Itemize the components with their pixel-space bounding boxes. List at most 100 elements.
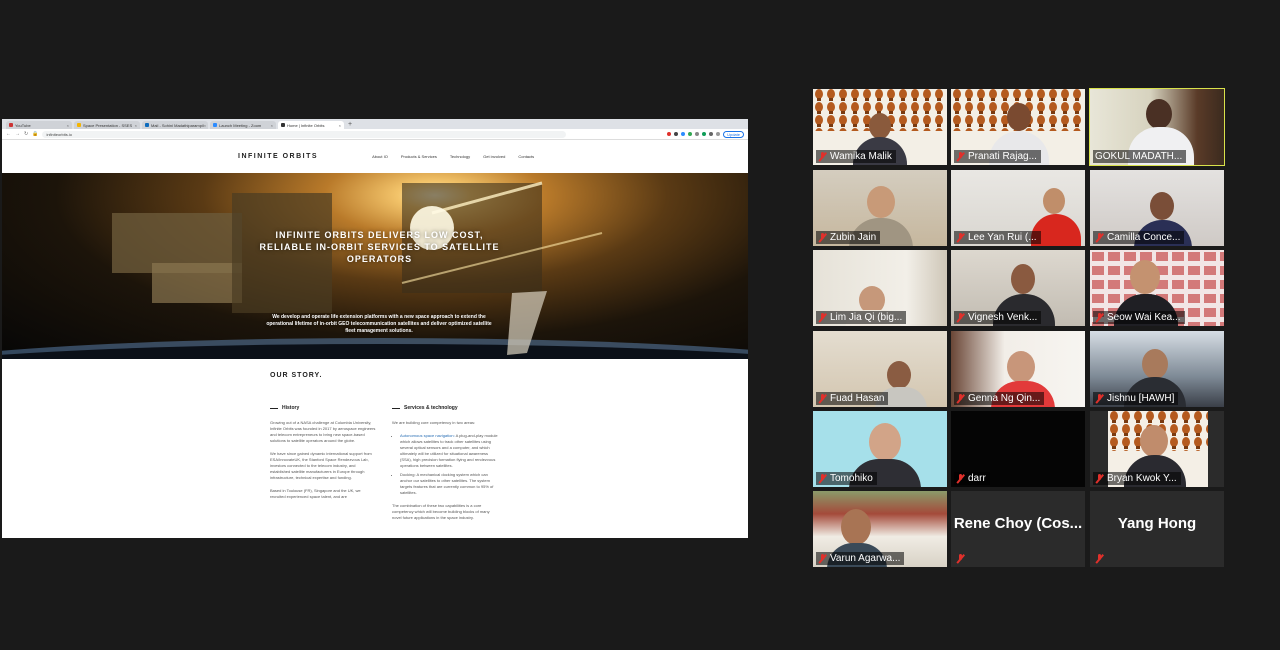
muted-mic-icon <box>956 554 965 564</box>
history-paragraph: Growing out of a NASA challenge at Colum… <box>270 420 376 443</box>
participant-name-label: Lee Yan Rui (... <box>954 231 1041 244</box>
forward-icon[interactable]: → <box>15 131 20 137</box>
muted-mic-icon <box>818 151 827 162</box>
history-paragraph: We have since gained dynamic internation… <box>270 451 372 480</box>
participant-name-label: Lim Jia Qi (big... <box>816 311 907 324</box>
extension-icon[interactable] <box>702 132 707 136</box>
participant-tile[interactable]: Fuad Hasan <box>813 331 947 407</box>
muted-mic-icon <box>956 473 965 484</box>
participant-name-label: Pranati Rajag... <box>954 150 1041 163</box>
participant-name-label: darr <box>954 472 990 485</box>
services-intro: We are building core competency in two a… <box>392 420 476 425</box>
muted-mic-icon <box>956 393 965 404</box>
participant-tile[interactable]: darr <box>951 411 1085 487</box>
navigation-link[interactable]: Autonomous space navigation: <box>400 433 455 438</box>
participant-tile[interactable]: Lee Yan Rui (... <box>951 170 1085 246</box>
browser-tab-active[interactable]: Home | Infinite Orbits × <box>278 121 344 129</box>
participant-name-label: Jishnu [HAWH] <box>1093 392 1179 405</box>
muted-mic-icon <box>818 393 827 404</box>
participant-tile[interactable]: Wamika Malik <box>813 89 947 165</box>
participant-name-label: Vignesh Venk... <box>954 311 1042 324</box>
muted-mic-icon <box>956 232 965 243</box>
menu-item-about[interactable]: About IO <box>372 154 388 159</box>
site-menu: About IO Products & Services Technology … <box>372 154 534 159</box>
participant-tile[interactable]: Rene Choy (Cos... <box>951 491 1085 567</box>
zoom-icon <box>213 123 217 127</box>
participant-name-label: Zubin Jain <box>816 231 881 244</box>
participant-tile[interactable]: Seow Wai Kea... <box>1090 250 1224 326</box>
participant-name-label: GOKUL MADATH... <box>1093 150 1187 163</box>
extension-icon[interactable] <box>688 132 693 136</box>
reload-icon[interactable]: ↻ <box>24 131 28 137</box>
shared-screen: YouTube × Space Presentation - SSES × Mail… <box>2 119 748 538</box>
participant-tile[interactable]: Jishnu [HAWH] <box>1090 331 1224 407</box>
lock-icon: 🔒 <box>32 131 39 137</box>
extension-icon[interactable] <box>695 132 700 136</box>
close-tab-icon[interactable]: × <box>135 123 137 128</box>
services-heading: Services & technology <box>392 405 498 411</box>
muted-mic-icon <box>1095 312 1104 323</box>
menu-item-products[interactable]: Products & Services <box>401 154 437 159</box>
participant-name-label: Varun Agarwa... <box>816 552 905 565</box>
participant-tile-active-speaker[interactable]: GOKUL MADATH... <box>1089 88 1225 166</box>
browser-tab[interactable]: Launch Meeting - Zoom × <box>210 121 276 129</box>
muted-mic-icon <box>818 232 827 243</box>
history-heading: History <box>270 405 376 411</box>
close-tab-icon[interactable]: × <box>271 123 273 128</box>
hero-banner: INFINITE ORBITS DELIVERS LOW COST, RELIA… <box>2 173 748 359</box>
participant-name-label: Camilla Conce... <box>1093 231 1185 244</box>
menu-item-technology[interactable]: Technology <box>450 154 470 159</box>
slides-icon <box>77 123 81 127</box>
new-tab-button[interactable]: + <box>348 121 352 129</box>
participant-name-label: Fuad Hasan <box>816 392 889 405</box>
avatar[interactable] <box>716 132 721 136</box>
participant-tile[interactable]: Lim Jia Qi (big... <box>813 250 947 326</box>
muted-mic-icon <box>818 473 827 484</box>
participant-name: Rene Choy (Cos... <box>953 515 1083 532</box>
participant-tile[interactable]: Camilla Conce... <box>1090 170 1224 246</box>
extension-icon[interactable] <box>674 132 679 136</box>
participant-tile[interactable]: Yang Hong <box>1090 491 1224 567</box>
mail-icon <box>145 123 149 127</box>
participant-name: Yang Hong <box>1117 515 1197 532</box>
muted-mic-icon <box>818 312 827 323</box>
participant-tile[interactable]: Zubin Jain <box>813 170 947 246</box>
puzzle-icon[interactable] <box>709 132 714 136</box>
muted-mic-icon <box>818 553 827 564</box>
services-paragraph: The combination of these two capabilitie… <box>392 503 490 520</box>
muted-mic-icon <box>1095 232 1104 243</box>
browser-tab[interactable]: Space Presentation - SSES × <box>74 121 140 129</box>
history-column: History Growing out of a NASA challenge … <box>270 405 376 507</box>
close-tab-icon[interactable]: × <box>67 123 69 128</box>
participant-tile[interactable]: Bryan Kwok Y... <box>1090 411 1224 487</box>
muted-mic-icon <box>1095 393 1104 404</box>
menu-item-contacts[interactable]: Contacts <box>518 154 534 159</box>
dash-icon <box>392 407 400 409</box>
participant-tile[interactable]: Tomohiko <box>813 411 947 487</box>
dash-icon <box>270 407 278 409</box>
youtube-icon <box>9 123 13 127</box>
close-tab-icon[interactable]: × <box>204 123 206 128</box>
update-button[interactable]: Update <box>723 130 744 138</box>
extension-icon[interactable] <box>667 132 672 136</box>
participant-tile[interactable]: Varun Agarwa... <box>813 491 947 567</box>
participant-name-label: Tomohiko <box>816 472 877 485</box>
participant-tile[interactable]: Genna Ng Qin... <box>951 331 1085 407</box>
browser-tab[interactable]: Mail - Sohini Madathiparampil × <box>142 121 208 129</box>
close-tab-icon[interactable]: × <box>339 123 341 128</box>
extension-icon[interactable] <box>681 132 686 136</box>
address-toolbar: ← → ↻ 🔒 infiniteorbits.io Update <box>2 129 748 140</box>
participant-name-label: Bryan Kwok Y... <box>1093 472 1181 485</box>
menu-item-get-involved[interactable]: Get involved <box>483 154 505 159</box>
browser-tab[interactable]: YouTube × <box>6 121 72 129</box>
participant-tile[interactable]: Pranati Rajag... <box>951 89 1085 165</box>
section-title: OUR STORY. <box>270 372 323 379</box>
our-story-section: OUR STORY. History Growing out of a NASA… <box>2 359 748 538</box>
browser-tab-bar: YouTube × Space Presentation - SSES × Mail… <box>2 119 748 129</box>
participant-tile[interactable]: Vignesh Venk... <box>951 250 1085 326</box>
back-icon[interactable]: ← <box>6 131 11 137</box>
participant-name-label: Genna Ng Qin... <box>954 392 1045 405</box>
list-item: Docking: A mechanical docking system whi… <box>400 472 498 496</box>
url-field[interactable]: infiniteorbits.io <box>42 130 567 138</box>
site-logo[interactable]: INFINITE ORBITS <box>238 153 318 160</box>
